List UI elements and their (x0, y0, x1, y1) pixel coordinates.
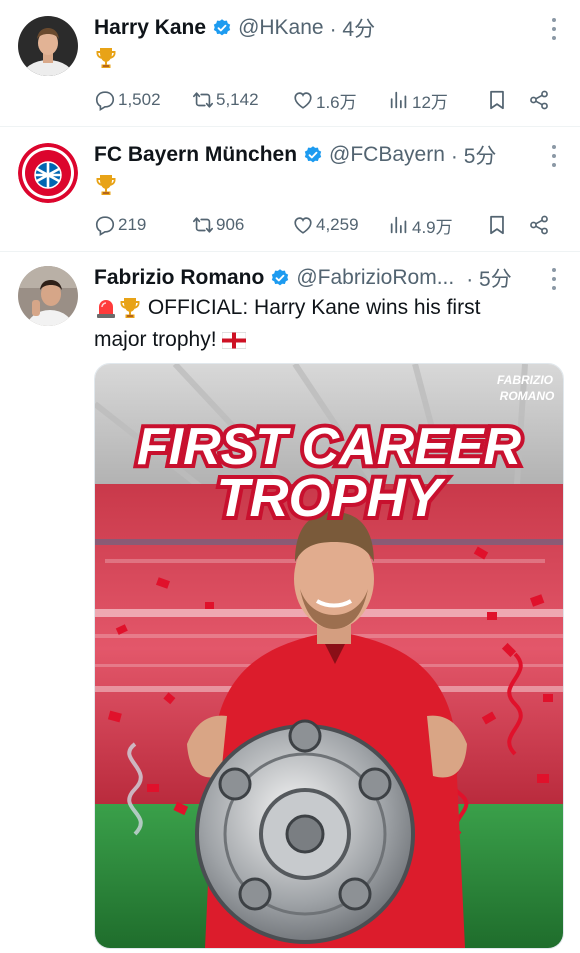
display-name[interactable]: FC Bayern München (94, 143, 297, 167)
handle[interactable]: @FabrizioRom... (296, 266, 454, 290)
headline-line-2: TROPHY (216, 468, 446, 528)
action-bar: 1,502 5,142 1.6万 12万 (94, 85, 554, 115)
tweet-text-line-1: OFFICIAL: Harry Kane wins his first (147, 296, 481, 319)
timestamp[interactable]: · 5分 (451, 140, 497, 170)
tweet-text (94, 169, 118, 201)
tweet-text-line-2: major trophy! (94, 328, 217, 351)
timestamp[interactable]: · 5分 (466, 263, 512, 293)
views-button[interactable]: 12万 (388, 85, 448, 115)
retweet-icon (192, 214, 214, 236)
reply-count: 1,502 (118, 90, 161, 109)
heart-icon (292, 214, 314, 236)
tweet-harry-kane[interactable]: Harry Kane @HKane · 4分 1,502 5,142 1.6万 … (0, 0, 580, 127)
share-icon (528, 214, 550, 236)
timestamp[interactable]: · 4分 (330, 13, 376, 43)
view-count: 12万 (412, 92, 448, 112)
like-count: 1.6万 (316, 92, 357, 112)
avatar[interactable] (18, 266, 78, 326)
tweet-fc-bayern[interactable]: FC Bayern München @FCBayern · 5分 219 906… (0, 127, 580, 252)
views-chart-icon (388, 89, 410, 111)
tweet-text: OFFICIAL: Harry Kane wins his first majo… (94, 292, 554, 356)
retweet-button[interactable]: 5,142 (192, 85, 259, 115)
heart-icon (292, 89, 314, 111)
share-button[interactable] (528, 210, 552, 240)
share-button[interactable] (528, 85, 552, 115)
reply-button[interactable]: 219 (94, 210, 146, 240)
handle[interactable]: @HKane (238, 16, 324, 40)
retweet-icon (192, 89, 214, 111)
tweet-media-image[interactable]: FIRST CAREER TROPHY FABRIZIO ROMANO (94, 363, 564, 949)
reply-icon (94, 214, 116, 236)
bookmark-icon (486, 214, 508, 236)
retweet-count: 906 (216, 215, 245, 234)
like-count: 4,259 (316, 215, 359, 234)
tweet-header: Fabrizio Romano @FabrizioRom... · 5分 (94, 263, 512, 293)
verified-badge-icon (303, 145, 323, 165)
more-options-icon[interactable] (552, 18, 558, 40)
siren-emoji-icon (94, 296, 118, 320)
action-bar: 219 906 4,259 4.9万 (94, 210, 554, 240)
trophy-emoji-icon (94, 172, 118, 198)
like-button[interactable]: 1.6万 (292, 85, 357, 115)
handle[interactable]: @FCBayern (329, 143, 445, 167)
views-button[interactable]: 4.9万 (388, 210, 453, 240)
tweet-header: Harry Kane @HKane · 4分 (94, 13, 375, 43)
more-options-icon[interactable] (552, 145, 558, 167)
trophy-emoji-icon (94, 45, 118, 71)
tweet-header: FC Bayern München @FCBayern · 5分 (94, 140, 496, 170)
more-options-icon[interactable] (552, 268, 558, 290)
display-name[interactable]: Fabrizio Romano (94, 266, 264, 290)
bookmark-button[interactable] (486, 210, 510, 240)
trophy-celebration-graphic: FIRST CAREER TROPHY FABRIZIO ROMANO (95, 364, 563, 948)
view-count: 4.9万 (412, 217, 453, 237)
watermark-line-1: FABRIZIO (497, 373, 554, 387)
trophy-emoji-icon (118, 296, 142, 320)
verified-badge-icon (270, 268, 290, 288)
avatar[interactable] (18, 16, 78, 76)
avatar[interactable] (18, 143, 78, 203)
bookmark-button[interactable] (486, 85, 510, 115)
retweet-count: 5,142 (216, 90, 259, 109)
reply-count: 219 (118, 215, 147, 234)
retweet-button[interactable]: 906 (192, 210, 244, 240)
tweet-text (94, 42, 118, 74)
reply-icon (94, 89, 116, 111)
display-name[interactable]: Harry Kane (94, 16, 206, 40)
england-flag-icon (222, 332, 246, 349)
bookmark-icon (486, 89, 508, 111)
like-button[interactable]: 4,259 (292, 210, 359, 240)
verified-badge-icon (212, 18, 232, 38)
views-chart-icon (388, 214, 410, 236)
reply-button[interactable]: 1,502 (94, 85, 161, 115)
share-icon (528, 89, 550, 111)
watermark-line-2: ROMANO (500, 389, 555, 403)
